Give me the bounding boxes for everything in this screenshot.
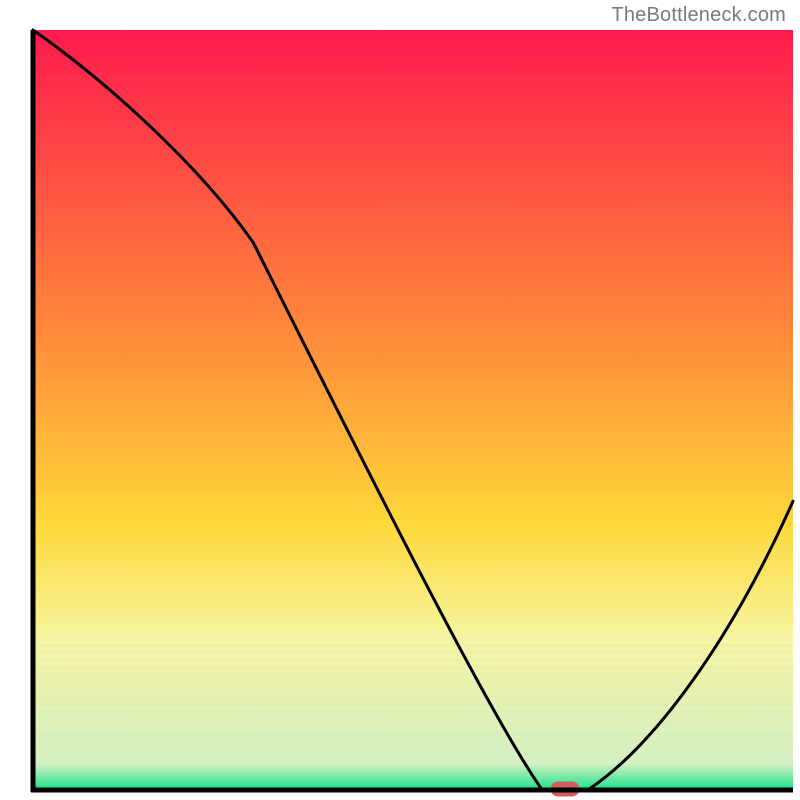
chart-svg bbox=[0, 0, 800, 800]
watermark-text: TheBottleneck.com bbox=[611, 4, 786, 27]
chart-stage: TheBottleneck.com bbox=[0, 0, 800, 800]
